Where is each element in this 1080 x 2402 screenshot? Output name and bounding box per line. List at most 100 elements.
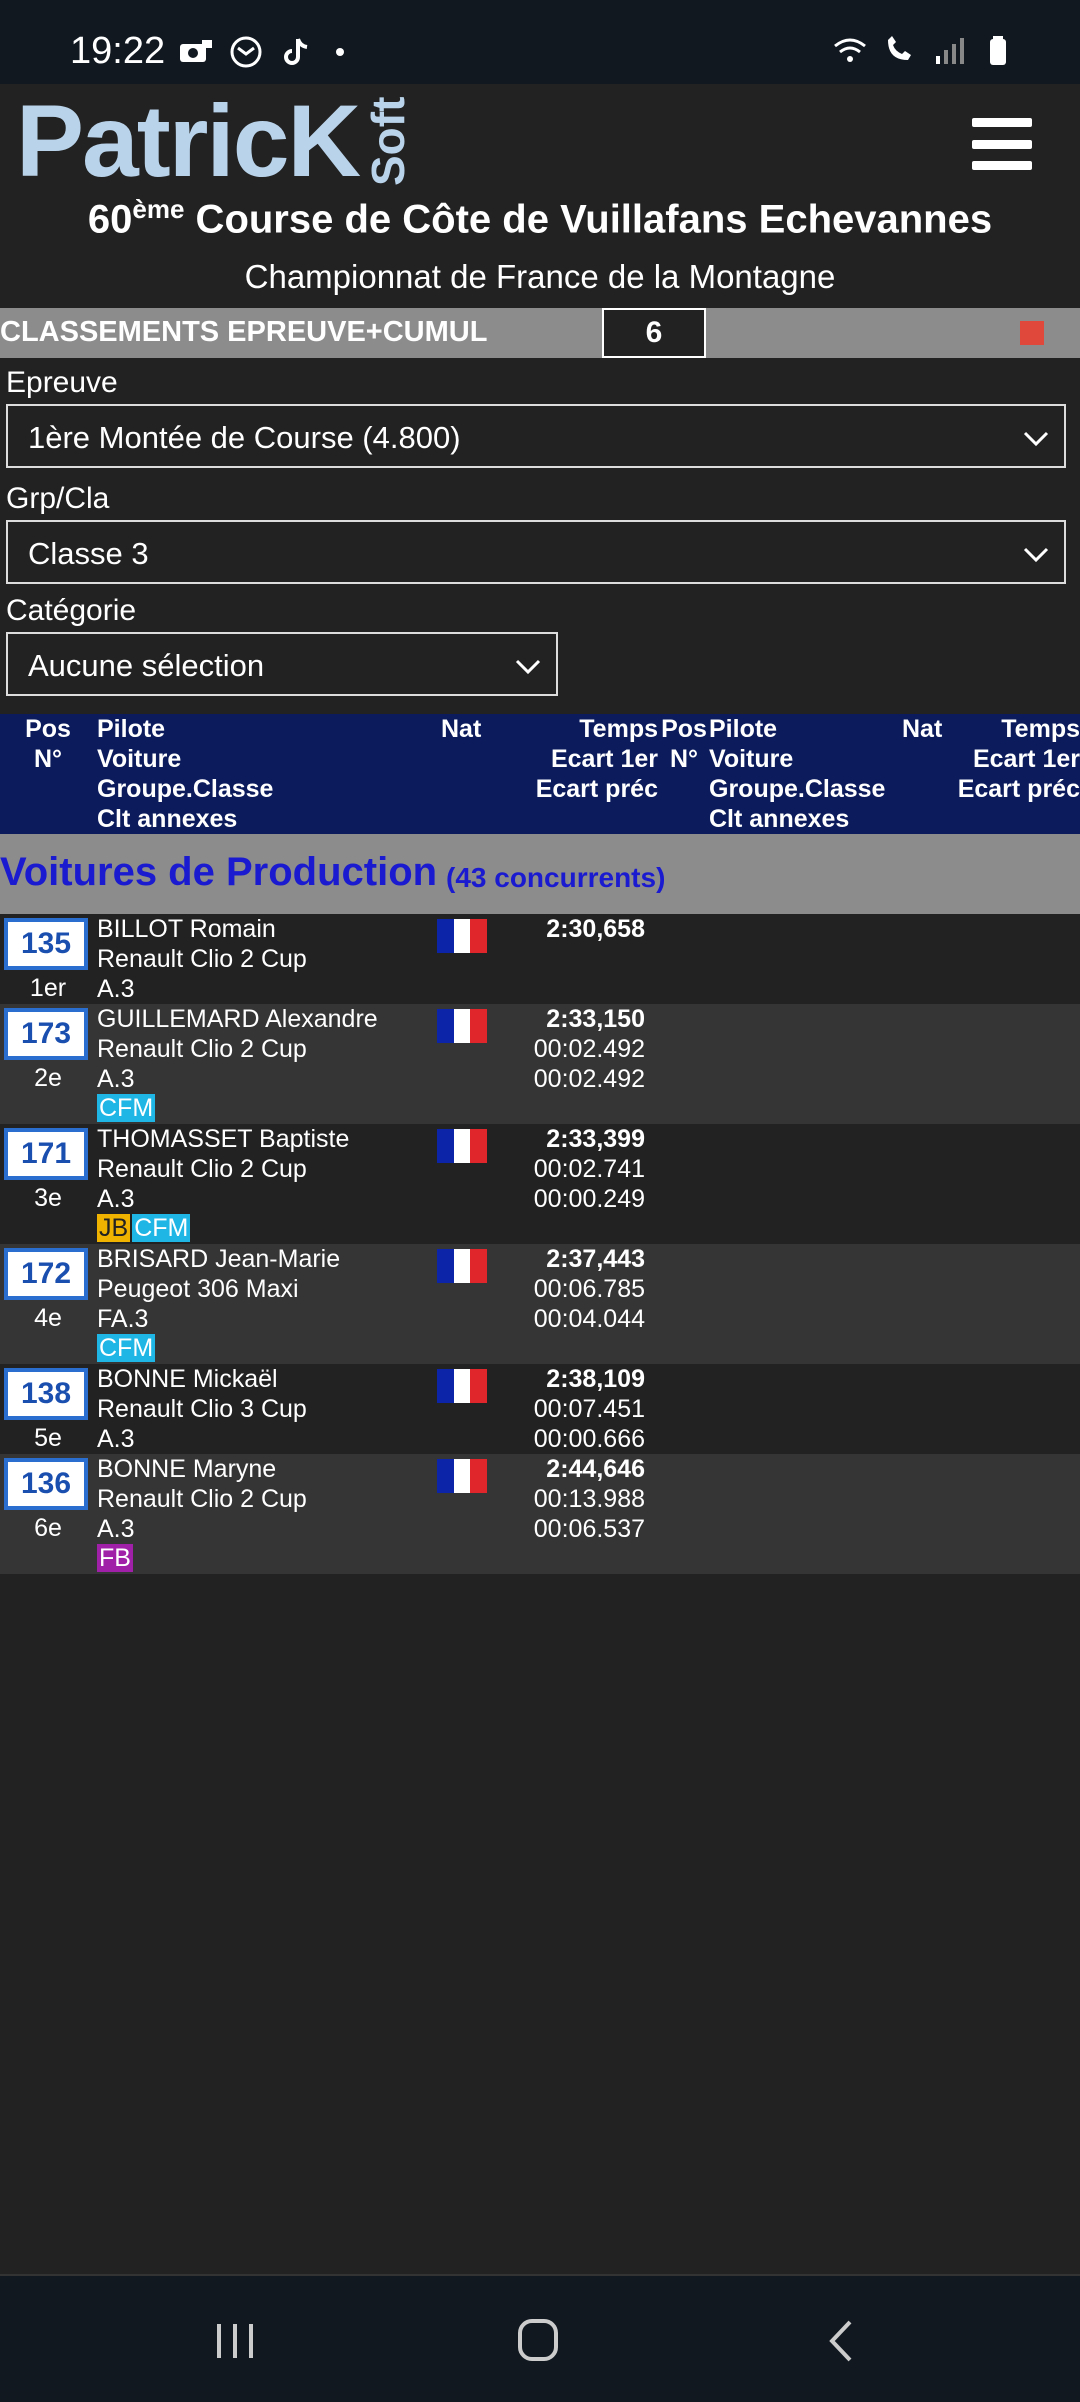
stop-icon[interactable] — [1020, 321, 1044, 345]
wifi-icon — [834, 38, 866, 62]
chevron-down-icon — [515, 659, 541, 675]
france-flag-icon — [437, 919, 488, 953]
logo-main-text: PatricK — [16, 84, 361, 198]
hamburger-menu-icon[interactable] — [972, 118, 1032, 170]
time: 2:33,150 — [546, 1005, 645, 1033]
race-number[interactable]: 136 — [4, 1458, 88, 1510]
badge-cfm: CFM — [97, 1334, 156, 1362]
pilot-name: BONNE Maryne — [97, 1455, 277, 1483]
table-row[interactable]: 138 5e BONNE Mickaël Renault Clio 3 Cup A.… — [0, 1364, 1080, 1454]
group-class: A.3 — [97, 1425, 135, 1453]
header-pos-2: Pos — [661, 715, 707, 743]
france-flag-icon — [437, 1249, 488, 1283]
group-class: FA.3 — [97, 1305, 149, 1333]
table-row[interactable]: 135 1er BILLOT Romain Renault Clio 2 Cup A… — [0, 914, 1080, 1004]
header-pilote-2: Pilote — [709, 715, 778, 743]
mail-notification-icon — [230, 36, 262, 68]
pilot-name: BRISARD Jean-Marie — [97, 1245, 341, 1273]
header-pos: Pos — [25, 715, 71, 743]
header-ecart-1er-2: Ecart 1er — [972, 745, 1080, 773]
pilot-name: BONNE Mickaël — [97, 1365, 278, 1393]
race-number[interactable]: 135 — [4, 918, 88, 970]
gap-first: 00:02.492 — [533, 1035, 645, 1063]
group-class: A.3 — [97, 1185, 135, 1213]
home-icon[interactable] — [508, 2316, 568, 2366]
header-temps: Temps — [579, 715, 658, 743]
time: 2:30,658 — [546, 915, 645, 943]
header-ecart-prec-2: Ecart préc — [957, 775, 1080, 803]
gap-prev: 00:06.537 — [533, 1515, 645, 1543]
epreuve-label: Epreuve — [6, 366, 118, 399]
france-flag-icon — [437, 1459, 488, 1493]
patrick-soft-logo[interactable]: PatricK Soft — [16, 84, 414, 198]
gap-prev: 00:00.666 — [533, 1425, 645, 1453]
group-header: Voitures de Production (43 concurrents) — [0, 834, 1080, 914]
time: 2:37,443 — [546, 1245, 645, 1273]
battery-icon — [990, 36, 1006, 65]
grp-cla-select[interactable]: Classe 3 — [6, 520, 1066, 584]
header-temps-2: Temps — [1001, 715, 1080, 743]
position: 6e — [34, 1514, 62, 1542]
gap-first: 00:07.451 — [533, 1395, 645, 1423]
recent-apps-icon[interactable] — [205, 2316, 265, 2366]
car-name: Renault Clio 2 Cup — [97, 1035, 307, 1063]
header-groupe: Groupe.Classe — [97, 775, 274, 803]
table-row[interactable]: 171 3e THOMASSET Baptiste Renault Clio 2 … — [0, 1124, 1080, 1244]
status-bar: 19:22 — [0, 0, 1080, 84]
logo-soft-text: Soft — [362, 96, 415, 186]
gap-first: 00:13.988 — [533, 1485, 645, 1513]
car-name: Renault Clio 3 Cup — [97, 1395, 307, 1423]
signal-icon — [936, 38, 964, 64]
back-icon[interactable] — [812, 2316, 872, 2366]
position: 5e — [34, 1424, 62, 1452]
car-name: Renault Clio 2 Cup — [97, 945, 307, 973]
header-voiture-2: Voiture — [709, 745, 794, 773]
time: 2:38,109 — [546, 1365, 645, 1393]
event-title: 60ème Course de Côte de Vuillafans Echev… — [87, 194, 993, 242]
group-class: A.3 — [97, 1515, 135, 1543]
position: 1er — [29, 974, 67, 1002]
header-clt: Clt annexes — [97, 805, 238, 833]
table-row[interactable]: 173 2e GUILLEMARD Alexandre Renault Clio … — [0, 1004, 1080, 1124]
badge-cfm: CFM — [132, 1214, 191, 1242]
tiktok-icon — [284, 38, 308, 65]
table-row[interactable]: 136 6e BONNE Maryne Renault Clio 2 Cup A.3… — [0, 1454, 1080, 1574]
header-voiture: Voiture — [97, 745, 182, 773]
gap-prev: 00:04.044 — [533, 1305, 645, 1333]
epreuve-select[interactable]: 1ère Montée de Course (4.800) — [6, 404, 1066, 468]
categorie-label: Catégorie — [6, 594, 137, 627]
race-number[interactable]: 171 — [4, 1128, 88, 1180]
camera-notification-icon — [180, 40, 212, 62]
badge-cfm: CFM — [97, 1094, 156, 1122]
time: 2:33,399 — [546, 1125, 645, 1153]
pilot-name: GUILLEMARD Alexandre — [97, 1005, 378, 1033]
position: 3e — [34, 1184, 62, 1212]
header-nat: Nat — [441, 715, 482, 743]
race-number[interactable]: 173 — [4, 1008, 88, 1060]
dot-icon — [336, 48, 344, 56]
grp-cla-label: Grp/Cla — [6, 482, 110, 515]
header-clt-2: Clt annexes — [709, 805, 850, 833]
race-number[interactable]: 138 — [4, 1368, 88, 1420]
app-header: PatricK Soft 60ème Course de Côte de Vui… — [0, 84, 1080, 304]
france-flag-icon — [437, 1129, 488, 1163]
wifi-call-icon — [888, 36, 911, 60]
header-groupe-2: Groupe.Classe — [709, 775, 886, 803]
group-count: (43 concurrents) — [446, 862, 666, 893]
header-num: N° — [33, 745, 63, 773]
group-name: Voitures de Production — [0, 850, 438, 894]
header-num-2: N° — [669, 745, 699, 773]
chevron-down-icon — [1023, 431, 1049, 447]
badge-fb: FB — [97, 1544, 133, 1572]
france-flag-icon — [437, 1369, 488, 1403]
pilot-name: THOMASSET Baptiste — [97, 1125, 350, 1153]
position: 4e — [34, 1304, 62, 1332]
categorie-select[interactable]: Aucune sélection — [6, 632, 558, 696]
race-number[interactable]: 172 — [4, 1248, 88, 1300]
car-name: Peugeot 306 Maxi — [97, 1275, 299, 1303]
table-row[interactable]: 172 4e BRISARD Jean-Marie Peugeot 306 Max… — [0, 1244, 1080, 1364]
header-ecart-prec: Ecart préc — [535, 775, 658, 803]
position: 2e — [34, 1064, 62, 1092]
gap-prev: 00:02.492 — [533, 1065, 645, 1093]
gap-first: 00:06.785 — [533, 1275, 645, 1303]
